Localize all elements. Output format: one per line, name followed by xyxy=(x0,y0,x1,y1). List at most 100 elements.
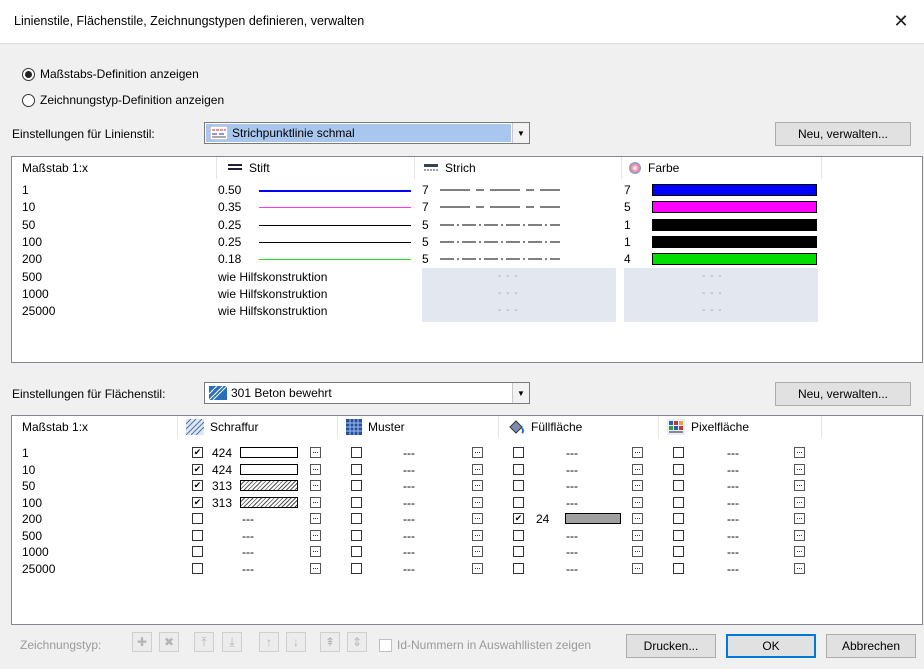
hatch-number[interactable]: 313 xyxy=(212,479,232,493)
pixel-value[interactable]: --- xyxy=(727,446,739,460)
pixel-value[interactable]: --- xyxy=(727,496,739,510)
hatch-checkbox[interactable]: ✔ xyxy=(192,480,203,491)
hatch-number[interactable]: --- xyxy=(242,545,254,559)
linestyle-table[interactable]: Maßstab 1:x Stift Strich Farbe 1 0.50 7 7 10… xyxy=(11,156,923,363)
delete-icon[interactable]: ✖ xyxy=(159,632,179,652)
fill-number[interactable]: --- xyxy=(566,545,578,559)
stroke-cell[interactable]: 5 xyxy=(422,235,429,249)
move-top-icon[interactable]: ⤒ xyxy=(194,632,214,652)
color-number-cell[interactable]: - - - xyxy=(702,304,723,318)
fill-number[interactable]: --- xyxy=(566,496,578,510)
hatch-checkbox[interactable] xyxy=(192,529,203,541)
ellipsis-icon[interactable] xyxy=(632,513,643,524)
sort-top-icon[interactable]: ⇞ xyxy=(320,632,340,652)
move-bottom-icon[interactable]: ⤓ xyxy=(222,632,242,652)
scale-cell[interactable]: 500 xyxy=(22,529,42,543)
linestyle-combo[interactable]: Strichpunktlinie schmal ▼ xyxy=(204,122,530,144)
ellipsis-icon[interactable] xyxy=(310,496,321,508)
stroke-cell[interactable]: 7 xyxy=(422,183,429,197)
column-header-fill[interactable]: Füllfläche xyxy=(499,416,659,438)
ellipsis-icon[interactable] xyxy=(472,513,483,524)
scale-cell[interactable]: 50 xyxy=(22,479,35,493)
pixel-checkbox[interactable] xyxy=(673,546,684,557)
pattern-checkbox[interactable] xyxy=(351,496,362,508)
pattern-checkbox[interactable] xyxy=(351,513,362,524)
pixel-value[interactable]: --- xyxy=(727,512,739,526)
ellipsis-icon[interactable] xyxy=(632,562,643,574)
pixel-value[interactable]: --- xyxy=(727,545,739,559)
move-up-icon[interactable]: ↑ xyxy=(259,632,279,652)
ellipsis-icon[interactable] xyxy=(310,463,321,475)
column-header-scale[interactable]: Maßstab 1:x xyxy=(12,416,178,438)
pattern-value[interactable]: --- xyxy=(403,545,415,559)
pixel-checkbox[interactable] xyxy=(673,463,684,475)
fill-number[interactable]: --- xyxy=(566,463,578,477)
ellipsis-icon[interactable] xyxy=(472,480,483,491)
pattern-checkbox[interactable] xyxy=(351,447,362,458)
areastyle-combo[interactable]: 301 Beton bewehrt ▼ xyxy=(204,382,530,404)
column-header-pen[interactable]: Stift xyxy=(217,157,415,179)
pixel-value[interactable]: --- xyxy=(727,463,739,477)
fill-checkbox[interactable] xyxy=(513,463,524,475)
pixel-value[interactable]: --- xyxy=(727,479,739,493)
radio-button[interactable] xyxy=(22,93,35,107)
ellipsis-icon[interactable] xyxy=(794,529,805,541)
add-icon[interactable]: ✚ xyxy=(132,632,152,652)
scale-cell[interactable]: 10 xyxy=(22,463,35,477)
radio-drawing-type-definition[interactable]: Zeichnungstyp-Definition anzeigen xyxy=(22,93,224,107)
stroke-cell[interactable]: - - - xyxy=(498,287,519,301)
pattern-checkbox[interactable] xyxy=(351,463,362,475)
pattern-value[interactable]: --- xyxy=(403,479,415,493)
color-number-cell[interactable]: - - - xyxy=(702,270,723,284)
pen-cell[interactable]: wie Hilfskonstruktion xyxy=(218,287,327,301)
column-header-hatch[interactable]: Schraffur xyxy=(178,416,338,438)
pen-cell[interactable]: 0.25 xyxy=(218,235,241,249)
ellipsis-icon[interactable] xyxy=(632,447,643,458)
ok-button[interactable]: OK xyxy=(726,634,816,658)
fill-checkbox[interactable] xyxy=(513,447,524,458)
pattern-value[interactable]: --- xyxy=(403,529,415,543)
scale-cell[interactable]: 1000 xyxy=(22,287,49,301)
hatch-checkbox[interactable]: ✔ xyxy=(192,463,203,475)
pattern-checkbox[interactable] xyxy=(351,529,362,541)
column-header-color[interactable]: Farbe xyxy=(622,157,822,179)
hatch-checkbox[interactable] xyxy=(192,546,203,557)
pen-cell[interactable]: 0.50 xyxy=(218,183,241,197)
scale-cell[interactable]: 100 xyxy=(22,235,42,249)
hatch-number[interactable]: --- xyxy=(242,562,254,576)
ellipsis-icon[interactable] xyxy=(794,496,805,508)
scale-cell[interactable]: 200 xyxy=(22,512,42,526)
pixel-checkbox[interactable] xyxy=(673,480,684,491)
hatch-checkbox[interactable]: ✔ xyxy=(192,496,203,508)
ellipsis-icon[interactable] xyxy=(794,546,805,557)
ellipsis-icon[interactable] xyxy=(310,562,321,574)
scale-cell[interactable]: 1000 xyxy=(22,545,49,559)
color-number-cell[interactable]: 1 xyxy=(624,235,631,249)
print-button[interactable]: Drucken... xyxy=(626,634,716,658)
ellipsis-icon[interactable] xyxy=(794,562,805,574)
stroke-cell[interactable]: 7 xyxy=(422,200,429,214)
ellipsis-icon[interactable] xyxy=(794,447,805,458)
ellipsis-icon[interactable] xyxy=(310,447,321,458)
column-header-pixel[interactable]: Pixelfläche xyxy=(659,416,822,438)
areastyle-table[interactable]: Maßstab 1:x Schraffur Muster Füllfläche … xyxy=(11,415,923,625)
hatch-number[interactable]: 424 xyxy=(212,446,232,460)
scale-cell[interactable]: 200 xyxy=(22,252,42,266)
ellipsis-icon[interactable] xyxy=(310,529,321,541)
scale-cell[interactable]: 500 xyxy=(22,270,42,284)
radio-button[interactable] xyxy=(22,67,35,81)
scale-cell[interactable]: 25000 xyxy=(22,562,55,576)
ellipsis-icon[interactable] xyxy=(794,513,805,524)
stroke-cell[interactable]: - - - xyxy=(498,304,519,318)
fill-number[interactable]: --- xyxy=(566,446,578,460)
ellipsis-icon[interactable] xyxy=(632,546,643,557)
ellipsis-icon[interactable] xyxy=(632,496,643,508)
pattern-value[interactable]: --- xyxy=(403,562,415,576)
color-number-cell[interactable]: 4 xyxy=(624,252,631,266)
hatch-number[interactable]: --- xyxy=(242,512,254,526)
hatch-checkbox[interactable]: ✔ xyxy=(192,447,203,458)
pen-cell[interactable]: wie Hilfskonstruktion xyxy=(218,304,327,318)
checkbox[interactable] xyxy=(379,638,392,652)
pixel-checkbox[interactable] xyxy=(673,447,684,458)
stroke-cell[interactable]: - - - xyxy=(498,270,519,284)
